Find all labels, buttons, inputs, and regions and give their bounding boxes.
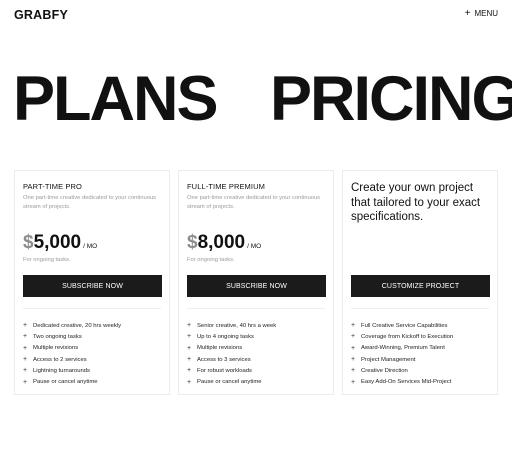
page-title: PLANS PRICING	[0, 64, 512, 134]
price-note: For ongoing tasks.	[187, 257, 235, 263]
feature-text: Pause or cancel anytime	[33, 379, 98, 386]
divider	[351, 308, 489, 309]
feature-text: Easy Add-On Services Mid-Project	[361, 379, 452, 386]
feature-text: Senior creative, 40 hrs a week	[197, 322, 277, 329]
feature-item: + Lightning turnarounds	[23, 365, 121, 376]
divider	[187, 308, 325, 309]
feature-item: + Two ongoing tasks	[23, 331, 121, 342]
title-word-plans: PLANS	[13, 64, 219, 134]
price-amount: 8,000	[197, 232, 246, 253]
plus-icon: +	[187, 356, 192, 364]
menu-label: MENU	[474, 9, 498, 18]
plus-icon: +	[351, 344, 356, 352]
feature-text: For robust workloads	[197, 367, 253, 374]
feature-item: + Pause or cancel anytime	[23, 376, 121, 387]
customize-project-button[interactable]: CUSTOMIZE PROJECT	[351, 275, 490, 297]
plan-card-full-time: FULL-TIME PREMIUM One part-time creative…	[178, 170, 334, 395]
plus-icon: +	[23, 367, 28, 375]
price-period: / MO	[83, 243, 98, 250]
feature-list: + Dedicated creative, 20 hrs weekly + Two …	[23, 320, 121, 388]
feature-item: + Multiple revisions	[23, 343, 121, 354]
feature-list: + Full Creative Service Capabilities + Cov…	[351, 320, 453, 388]
feature-text: Award-Winning, Premium Talent	[361, 345, 445, 352]
plus-icon: +	[23, 322, 28, 330]
divider	[23, 308, 161, 309]
feature-list: + Senior creative, 40 hrs a week + Up to 4…	[187, 320, 276, 388]
plan-description: One part-time creative dedicated to your…	[23, 195, 157, 210]
price-currency: $	[187, 232, 198, 253]
title-word-pricing: PRICING	[270, 64, 512, 134]
feature-text: Lightning turnarounds	[33, 367, 90, 374]
feature-text: Up to 4 ongoing tasks	[197, 333, 254, 340]
plus-icon: +	[23, 344, 28, 352]
plus-icon: +	[23, 378, 28, 386]
plus-icon: +	[351, 367, 356, 375]
feature-text: Access to 3 services	[197, 356, 251, 363]
plus-icon: +	[351, 322, 356, 330]
plus-icon: +	[23, 356, 28, 364]
feature-text: Dedicated creative, 20 hrs weekly	[33, 322, 122, 329]
feature-text: Full Creative Service Capabilities	[361, 322, 448, 329]
feature-text: Multiple revisions	[33, 345, 79, 352]
feature-item: + Dedicated creative, 20 hrs weekly	[23, 320, 121, 331]
price-amount: 5,000	[33, 232, 82, 253]
feature-item: + For robust workloads	[187, 365, 276, 376]
feature-item: + Up to 4 ongoing tasks	[187, 331, 276, 342]
custom-project-card: Create your own project that tailored to…	[342, 170, 498, 395]
plus-icon: +	[464, 7, 471, 19]
plan-price: $5,000/ MO	[23, 232, 97, 254]
feature-item: + Access to 2 services	[23, 354, 121, 365]
feature-item: + Coverage from Kickoff to Execution	[351, 331, 453, 342]
plus-icon: +	[187, 322, 192, 330]
plus-icon: +	[351, 356, 356, 364]
menu-button[interactable]: + MENU	[464, 7, 498, 19]
subscribe-button[interactable]: SUBSCRIBE NOW	[23, 275, 162, 297]
subscribe-button[interactable]: SUBSCRIBE NOW	[187, 275, 326, 297]
feature-item: + Easy Add-On Services Mid-Project	[351, 376, 453, 387]
feature-item: + Creative Direction	[351, 365, 453, 376]
price-note: For ongoing tasks.	[23, 257, 71, 263]
plus-icon: +	[351, 333, 356, 341]
feature-item: + Award-Winning, Premium Talent	[351, 343, 453, 354]
plus-icon: +	[187, 378, 192, 386]
price-currency: $	[23, 232, 34, 253]
plus-icon: +	[187, 333, 192, 341]
custom-project-heading: Create your own project that tailored to…	[351, 182, 481, 223]
feature-text: Creative Direction	[361, 367, 408, 374]
feature-item: + Pause or cancel anytime	[187, 376, 276, 387]
feature-text: Coverage from Kickoff to Execution	[361, 333, 454, 340]
logo[interactable]: GRABFY	[14, 8, 68, 22]
feature-text: Project Management	[361, 356, 416, 363]
plus-icon: +	[187, 367, 192, 375]
feature-text: Multiple revisions	[197, 345, 243, 352]
plan-title: PART-TIME PRO	[23, 182, 82, 191]
site-header: GRABFY + MENU	[14, 8, 498, 22]
plan-description: One part-time creative dedicated to your…	[187, 195, 321, 210]
plus-icon: +	[351, 378, 356, 386]
plan-title: FULL-TIME PREMIUM	[187, 182, 265, 191]
feature-text: Two ongoing tasks	[33, 333, 82, 340]
plus-icon: +	[187, 344, 192, 352]
feature-item: + Access to 3 services	[187, 354, 276, 365]
plan-price: $8,000/ MO	[187, 232, 261, 254]
feature-item: + Full Creative Service Capabilities	[351, 320, 453, 331]
plus-icon: +	[23, 333, 28, 341]
feature-text: Access to 2 services	[33, 356, 87, 363]
feature-item: + Senior creative, 40 hrs a week	[187, 320, 276, 331]
plan-card-part-time: PART-TIME PRO One part-time creative ded…	[14, 170, 170, 395]
feature-text: Pause or cancel anytime	[197, 379, 262, 386]
price-period: / MO	[247, 243, 262, 250]
feature-item: + Project Management	[351, 354, 453, 365]
feature-item: + Multiple revisions	[187, 343, 276, 354]
